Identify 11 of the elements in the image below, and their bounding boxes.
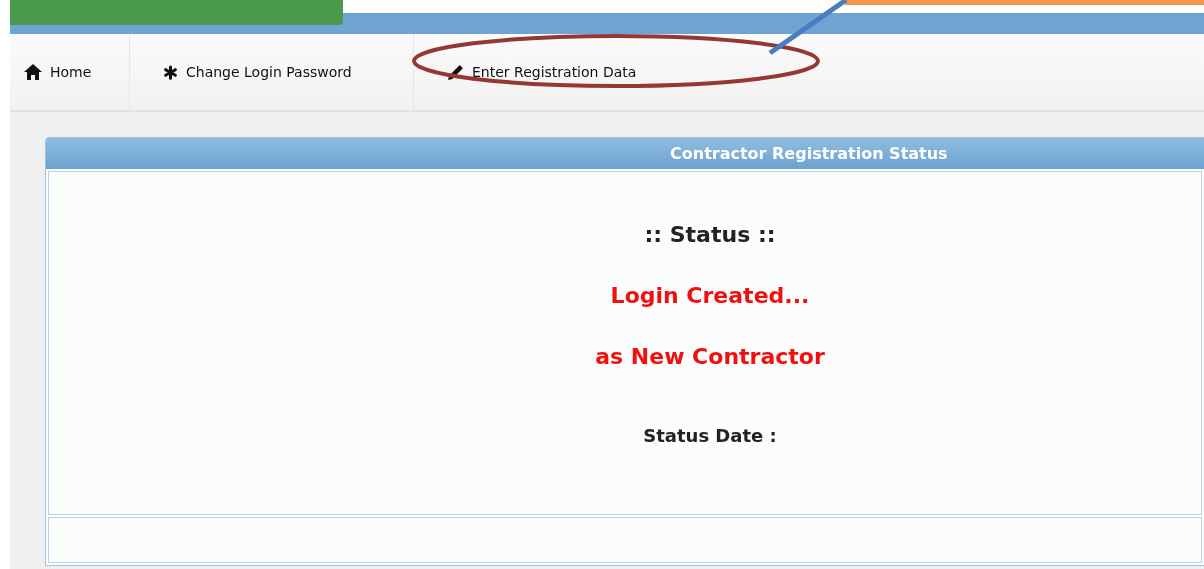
status-message: Login Created... xyxy=(610,283,810,308)
pencil-icon xyxy=(447,63,464,81)
panel-title: Contractor Registration Status xyxy=(670,144,948,163)
status-date-label: Status Date : xyxy=(643,425,777,446)
status-message: as New Contractor xyxy=(595,344,825,369)
status-heading: :: Status :: xyxy=(644,222,776,247)
nav-link[interactable]: Change Login Password xyxy=(130,64,413,80)
home-icon xyxy=(24,64,42,80)
asterisk-icon xyxy=(163,64,178,80)
nav-link[interactable]: Enter Registration Data xyxy=(414,63,670,81)
nav-link[interactable]: Home xyxy=(10,64,129,80)
